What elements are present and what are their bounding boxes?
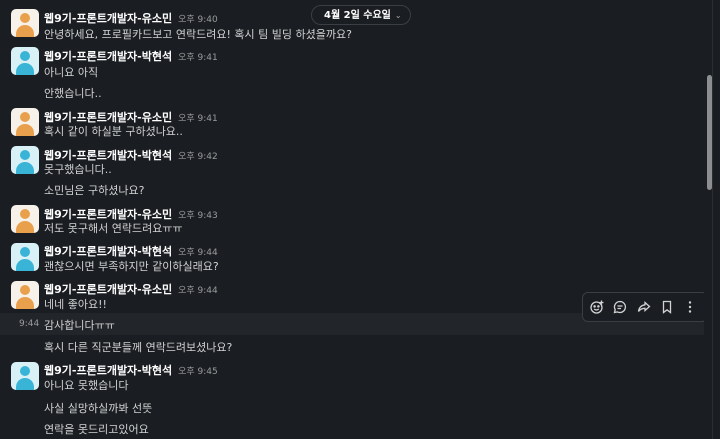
message-timestamp[interactable]: 오후 9:41 [178, 53, 218, 63]
message-text: 안했습니다.. [44, 87, 102, 100]
message-text: 혹시 같이 하실분 구하셨나요.. [44, 125, 183, 138]
message-group: 웹9기-프론트개발자-박현석 오후 9:41 아니요 아직 [0, 44, 704, 84]
more-actions-icon[interactable] [682, 299, 698, 315]
avatar[interactable] [11, 47, 39, 75]
message-text: 소민님은 구하셨나요? [44, 184, 145, 197]
message-text: 연락을 못드리고있어요 [44, 423, 149, 436]
message-timestamp[interactable]: 오후 9:41 [178, 114, 218, 124]
message-group: 웹9기-프론트개발자-박현석 오후 9:44 괜찮으시면 부족하지만 같이하실래요… [0, 240, 704, 278]
reply-in-thread-icon[interactable] [612, 299, 628, 315]
avatar[interactable] [11, 362, 39, 390]
date-divider-button[interactable]: 4월 2일 수요일 ⌄ [311, 5, 411, 25]
avatar[interactable] [11, 281, 39, 309]
message-text: 사실 실망하실까봐 선뜻 [44, 402, 153, 415]
avatar[interactable] [11, 243, 39, 271]
avatar[interactable] [11, 9, 39, 37]
message-group: 웹9기-프론트개발자-유소민 오후 9:43 저도 못구해서 연락드려요ㅠㅠ [0, 202, 704, 240]
message-text: 네네 좋아요!! [44, 298, 107, 311]
pane-edge [712, 0, 720, 439]
message-text: 저도 못구해서 연락드려요ㅠㅠ [44, 222, 183, 235]
bookmark-icon[interactable] [659, 299, 675, 315]
message-text: 못구했습니다.. [44, 163, 112, 176]
message-timestamp[interactable]: 9:44 [19, 319, 39, 329]
message-timestamp[interactable]: 오후 9:45 [178, 367, 218, 377]
message-text: 괜찮으시면 부족하지만 같이하실래요? [44, 260, 219, 273]
message-text: 혹시 다른 직군분들께 연락드려보셨나요? [44, 341, 233, 354]
date-label: 4월 2일 수요일 [324, 10, 391, 21]
forward-icon[interactable] [636, 299, 652, 315]
message-timestamp[interactable]: 오후 9:42 [178, 152, 218, 162]
message-timestamp[interactable]: 오후 9:44 [178, 248, 218, 258]
author-name[interactable]: 웹9기-프론트개발자-유소민 오후 9:40 [44, 10, 218, 26]
message-actions-toolbar [582, 292, 708, 322]
message-timestamp[interactable]: 오후 9:44 [178, 286, 218, 296]
message-group: 웹9기-프론트개발자-유소민 오후 9:41 혹시 같이 하실분 구하셨나요.. [0, 105, 704, 143]
author-name[interactable]: 웹9기-프론트개발자-박현석 오후 9:45 [44, 362, 218, 378]
author-name[interactable]: 웹9기-프론트개발자-박현석 오후 9:44 [44, 243, 218, 259]
message-timestamp[interactable]: 오후 9:43 [178, 211, 218, 221]
add-reaction-icon[interactable] [589, 299, 605, 315]
author-name[interactable]: 웹9기-프론트개발자-박현석 오후 9:41 [44, 48, 218, 64]
message-text: 안녕하세요, 프로필카드보고 연락드려요! 혹시 팀 빌딩 하셨을까요? [44, 28, 352, 41]
chevron-down-icon: ⌄ [394, 11, 402, 20]
message-timestamp[interactable]: 오후 9:40 [178, 15, 218, 25]
avatar[interactable] [11, 108, 39, 136]
message-group: 웹9기-프론트개발자-박현석 오후 9:42 못구했습니다.. [0, 143, 704, 181]
message-group: 웹9기-프론트개발자-박현석 오후 9:45 아니요 못했습니다 [0, 359, 704, 393]
message-text: 아니요 아직 [44, 66, 99, 79]
author-name[interactable]: 웹9기-프론트개발자-유소민 오후 9:44 [44, 281, 218, 297]
message-text: 아니요 못했습니다 [44, 379, 129, 392]
message-text: 감사합니다ㅠㅠ [44, 319, 115, 332]
avatar[interactable] [11, 146, 39, 174]
avatar[interactable] [11, 205, 39, 233]
